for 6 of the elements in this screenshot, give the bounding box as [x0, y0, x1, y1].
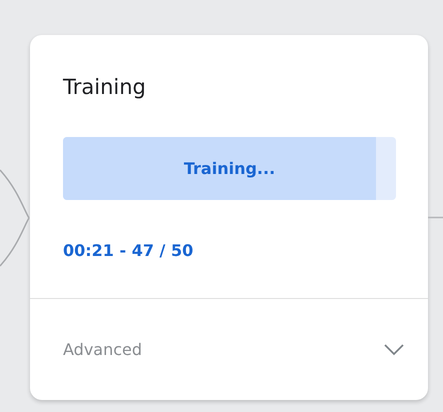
card-title: Training [63, 74, 147, 101]
training-status: 00:21 - 47 / 50 [63, 241, 194, 260]
advanced-toggle[interactable]: Advanced [30, 299, 428, 400]
chevron-icon [384, 344, 404, 356]
connector-line [428, 216, 443, 219]
progress-label: Training... [184, 159, 276, 178]
